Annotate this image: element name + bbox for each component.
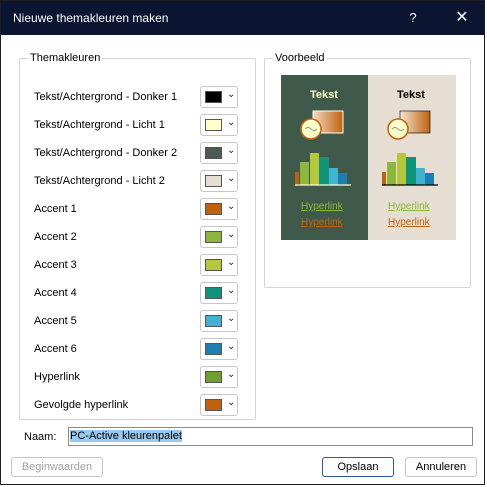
color-label-tekst-achtergrond-licht-2: Tekst/Achtergrond - Licht 2 [34,175,165,187]
preview-light-followed-hyperlink: Hyperlink [388,217,430,228]
preview-dark-followed-hyperlink: Hyperlink [301,217,343,228]
chevron-down-icon: ⌄ [227,285,236,296]
chevron-down-icon: ⌄ [227,117,236,128]
color-picker-gevolgde-hyperlink[interactable]: ⌄ [200,394,238,416]
color-swatch [205,399,222,411]
save-button[interactable]: Opslaan [322,457,394,477]
color-swatch [205,371,222,383]
color-swatch [205,175,222,187]
color-picker-tekst-achtergrond-donker-1[interactable]: ⌄ [200,86,238,108]
chevron-down-icon: ⌄ [227,369,236,380]
color-label-tekst-achtergrond-donker-2: Tekst/Achtergrond - Donker 2 [34,147,178,159]
preview-dark-panel: Tekst Hyperlink Hyperlink [281,75,368,240]
preview-light-panel: Tekst Hyperlink Hyperlink [368,75,456,240]
color-label-accent-5: Accent 5 [34,315,77,327]
help-button[interactable]: ? [399,7,427,29]
preview-box: Tekst Hyperlink Hyperlink Tekst Hyperlin… [281,75,456,240]
color-picker-accent-6[interactable]: ⌄ [200,338,238,360]
color-picker-tekst-achtergrond-licht-2[interactable]: ⌄ [200,170,238,192]
color-swatch [205,343,222,355]
themakleuren-label: Themakleuren [28,52,103,64]
color-picker-accent-2[interactable]: ⌄ [200,226,238,248]
color-label-tekst-achtergrond-licht-1: Tekst/Achtergrond - Licht 1 [34,119,165,131]
color-picker-tekst-achtergrond-donker-2[interactable]: ⌄ [200,142,238,164]
dialog-title: Nieuwe themakleuren maken [13,11,169,25]
color-label-tekst-achtergrond-donker-1: Tekst/Achtergrond - Donker 1 [34,91,178,103]
preview-dark-graphic [295,110,351,186]
chevron-down-icon: ⌄ [227,313,236,324]
preview-dark-hyperlink: Hyperlink [301,201,343,212]
dialog-content: Themakleuren Tekst/Achtergrond - Donker … [1,35,484,484]
chevron-down-icon: ⌄ [227,89,236,100]
preview-light-hyperlink: Hyperlink [388,201,430,212]
voorbeeld-label: Voorbeeld [273,52,327,64]
chevron-down-icon: ⌄ [227,201,236,212]
chevron-down-icon: ⌄ [227,173,236,184]
color-swatch [205,91,222,103]
chevron-down-icon: ⌄ [227,229,236,240]
color-swatch [205,259,222,271]
color-swatch [205,315,222,327]
chevron-down-icon: ⌄ [227,397,236,408]
color-swatch [205,231,222,243]
color-picker-tekst-achtergrond-licht-1[interactable]: ⌄ [200,114,238,136]
color-label-gevolgde-hyperlink: Gevolgde hyperlink [34,399,129,411]
color-picker-accent-5[interactable]: ⌄ [200,310,238,332]
preview-light-title: Tekst [397,89,425,101]
cancel-button[interactable]: Annuleren [405,457,477,477]
color-swatch [205,119,222,131]
dialog-window: Nieuwe themakleuren maken ? ✕ Themakleur… [0,0,485,485]
color-swatch [205,287,222,299]
name-label: Naam: [24,431,57,443]
color-label-accent-4: Accent 4 [34,287,77,299]
color-swatch [205,203,222,215]
color-swatch [205,147,222,159]
name-input[interactable]: PC-Active kleurenpalet [68,427,473,446]
color-label-hyperlink: Hyperlink [34,371,80,383]
chevron-down-icon: ⌄ [227,257,236,268]
name-input-value: PC-Active kleurenpalet [70,430,182,442]
color-picker-accent-1[interactable]: ⌄ [200,198,238,220]
preview-dark-title: Tekst [310,89,338,101]
color-picker-accent-3[interactable]: ⌄ [200,254,238,276]
color-picker-accent-4[interactable]: ⌄ [200,282,238,304]
reset-button[interactable]: Beginwaarden [11,457,103,477]
color-label-accent-2: Accent 2 [34,231,77,243]
chevron-down-icon: ⌄ [227,145,236,156]
color-label-accent-3: Accent 3 [34,259,77,271]
color-picker-hyperlink[interactable]: ⌄ [200,366,238,388]
title-bar: Nieuwe themakleuren maken ? ✕ [1,1,484,35]
chevron-down-icon: ⌄ [227,341,236,352]
color-label-accent-6: Accent 6 [34,343,77,355]
preview-light-graphic [382,110,438,186]
color-label-accent-1: Accent 1 [34,203,77,215]
close-button[interactable]: ✕ [448,7,476,29]
